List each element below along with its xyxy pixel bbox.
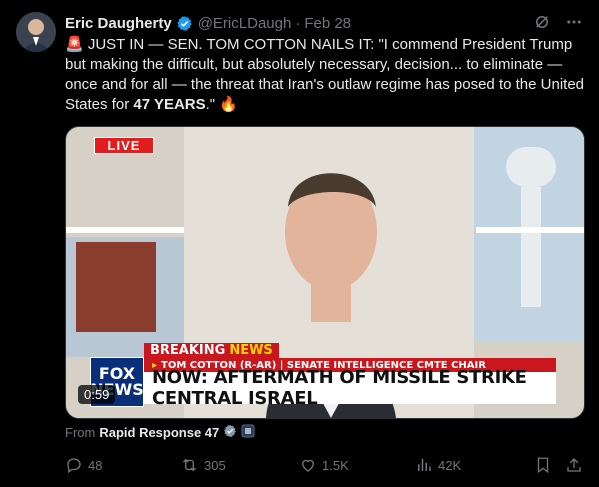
- views-button[interactable]: 42K: [415, 456, 461, 474]
- author-handle[interactable]: @EricLDaugh: [198, 15, 292, 32]
- tweet-text-part2: ." 🔥: [205, 96, 238, 113]
- chyron-headline: NOW: AFTERMATH OF MISSILE STRIKE CENTRAL…: [144, 367, 556, 409]
- bookmark-button[interactable]: [534, 456, 552, 474]
- source-name[interactable]: Rapid Response 47: [99, 425, 219, 440]
- breaking-news-label: BREAKING NEWS: [144, 343, 279, 358]
- video-player[interactable]: LIVE BREAKING NEWS ▸ TOM COTTON (R-AR) | S…: [65, 126, 585, 419]
- separator-dot: ·: [295, 14, 301, 32]
- verified-badge-icon: [176, 15, 193, 32]
- reply-icon: [67, 458, 81, 474]
- views-count: 42K: [438, 457, 462, 473]
- tweet-date[interactable]: Feb 28: [304, 15, 351, 32]
- author-avatar[interactable]: [16, 12, 56, 52]
- affiliate-badge-icon: [241, 424, 255, 441]
- reply-button[interactable]: 48: [65, 456, 102, 474]
- news-word: NEWS: [229, 343, 273, 358]
- more-options-icon[interactable]: [565, 13, 583, 31]
- share-button[interactable]: [565, 456, 583, 474]
- repost-icon: [183, 458, 196, 472]
- breaking-word: BREAKING: [150, 343, 226, 358]
- views-icon: [418, 459, 431, 471]
- video-duration: 0:59: [78, 385, 116, 404]
- reply-count: 48: [88, 457, 103, 473]
- like-count: 1.5K: [322, 457, 349, 473]
- tweet-actions: 48 305 1.5K 42K: [65, 455, 585, 475]
- share-icon: [567, 458, 581, 472]
- grok-icon[interactable]: [533, 13, 551, 31]
- tweet-header: Eric Daugherty @EricLDaugh · Feb 28: [65, 13, 583, 33]
- chyron: BREAKING NEWS ▸ TOM COTTON (R-AR) | SENATE…: [66, 343, 584, 418]
- header-actions: [533, 13, 583, 31]
- like-button[interactable]: 1.5K: [299, 456, 349, 474]
- avatar-image: [16, 12, 56, 52]
- heart-icon: [302, 459, 314, 472]
- source-prefix: From: [65, 425, 96, 440]
- author-name[interactable]: Eric Daugherty: [65, 15, 172, 32]
- repost-button[interactable]: 305: [180, 456, 226, 474]
- source-verified-icon: [223, 424, 237, 441]
- live-badge: LIVE: [94, 137, 154, 154]
- source-attribution: From Rapid Response 47: [65, 424, 255, 441]
- tweet-text: 🚨 JUST IN — SEN. TOM COTTON NAILS IT: "I…: [65, 35, 585, 115]
- bookmark-icon: [537, 457, 549, 474]
- repost-count: 305: [204, 457, 226, 473]
- tweet-text-bold: 47 YEARS: [133, 96, 206, 113]
